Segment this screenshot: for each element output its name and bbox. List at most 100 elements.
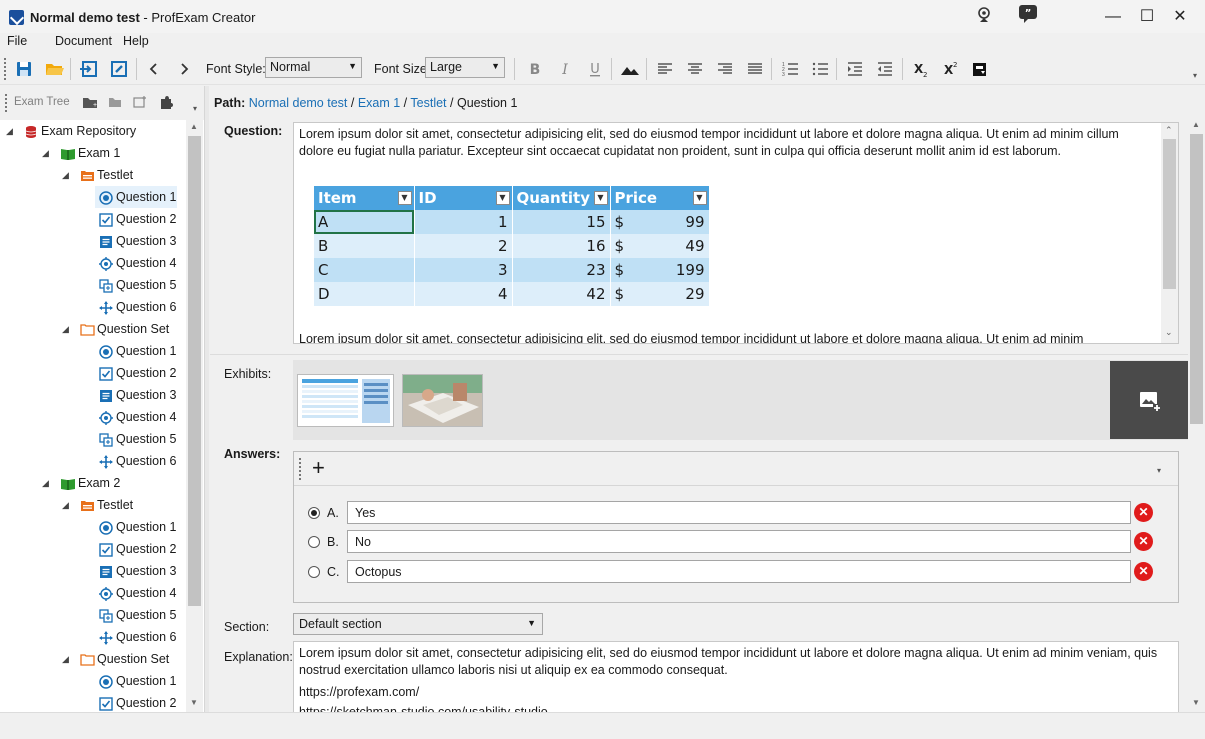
scroll-up-icon[interactable]: ▲ — [190, 122, 198, 131]
text-color-button[interactable] — [968, 57, 992, 81]
delete-answer-button[interactable]: ✕ — [1134, 532, 1153, 551]
align-right-button[interactable] — [713, 57, 737, 81]
maximize-button[interactable]: ☐ — [1135, 6, 1159, 28]
editor-scrollbar[interactable]: ▲ ▼ — [1188, 118, 1205, 712]
answer-input-c[interactable]: Octopus — [347, 560, 1131, 583]
tree-item[interactable]: Question 4 — [95, 252, 177, 274]
tree-item[interactable]: ◢ Testlet — [62, 164, 204, 186]
breadcrumb-link-testlet[interactable]: Testlet — [410, 96, 446, 110]
panel-overflow-icon[interactable]: ▾ — [193, 104, 197, 113]
tree-item[interactable]: Question 5 — [95, 604, 177, 626]
numbered-list-button[interactable]: 123 — [778, 57, 802, 81]
tree-item[interactable]: Question 6 — [95, 626, 177, 648]
open-button[interactable] — [42, 57, 66, 81]
tree-item[interactable]: Question 6 — [95, 450, 177, 472]
add-exhibit-button[interactable] — [1110, 361, 1188, 439]
increase-indent-button[interactable] — [843, 57, 867, 81]
answer-input-a[interactable]: Yes — [347, 501, 1131, 524]
tree-item[interactable]: Question 1 — [95, 186, 177, 208]
webcam-icon[interactable] — [975, 6, 993, 24]
editor-scroll-thumb[interactable] — [1190, 134, 1203, 424]
tree-expander-icon[interactable]: ◢ — [42, 472, 49, 494]
tree-expander-icon[interactable]: ◢ — [6, 120, 13, 142]
question-text-editor[interactable]: Lorem ipsum dolor sit amet, consectetur … — [293, 122, 1179, 344]
tree-expander-icon[interactable]: ◢ — [42, 142, 49, 164]
tree-expander-icon[interactable]: ◢ — [62, 318, 69, 340]
tree-item[interactable]: Question 3 — [95, 560, 177, 582]
panel-grip[interactable] — [5, 94, 7, 112]
tree-item[interactable]: Question 1 — [95, 670, 177, 692]
exhibit-thumbnail-photo[interactable] — [402, 374, 483, 427]
tree-item[interactable]: Question 1 — [95, 516, 177, 538]
insert-image-button[interactable] — [618, 57, 642, 81]
menu-help[interactable]: Help — [123, 34, 149, 48]
breadcrumb-link-exam[interactable]: Exam 1 — [358, 96, 400, 110]
close-button[interactable]: ✕ — [1168, 6, 1192, 28]
scroll-down-icon[interactable]: ▼ — [190, 698, 198, 707]
delete-answer-button[interactable]: ✕ — [1134, 562, 1153, 581]
justify-button[interactable] — [743, 57, 767, 81]
tree-item[interactable]: ◢ Exam 2 — [42, 472, 196, 494]
import-button[interactable] — [77, 57, 101, 81]
tree-item[interactable]: Question 3 — [95, 230, 177, 252]
tree-scrollbar[interactable]: ▲ ▼ — [186, 120, 203, 712]
underline-button[interactable]: U — [583, 57, 607, 81]
answer-input-b[interactable]: No — [347, 530, 1131, 553]
tree-item[interactable]: Question 2 — [95, 692, 177, 712]
scroll-down-icon[interactable]: ▼ — [1192, 698, 1200, 707]
puzzle-icon[interactable] — [158, 94, 174, 110]
edit-button[interactable] — [107, 57, 131, 81]
tree-item[interactable]: Question 5 — [95, 428, 177, 450]
feedback-icon[interactable]: ” — [1018, 4, 1038, 24]
decrease-indent-button[interactable] — [873, 57, 897, 81]
tree-item[interactable]: Question 1 — [95, 340, 177, 362]
add-folder-icon[interactable]: + — [82, 95, 98, 109]
exhibit-thumbnail-spreadsheet[interactable] — [297, 374, 394, 427]
tree-item[interactable]: Question 5 — [95, 274, 177, 296]
save-button[interactable] — [12, 57, 36, 81]
forward-arrow-icon[interactable] — [172, 57, 196, 81]
panel-splitter[interactable] — [204, 86, 209, 712]
toolbar-overflow-icon[interactable]: ▾ — [1193, 71, 1197, 80]
align-left-button[interactable] — [653, 57, 677, 81]
menu-file[interactable]: File — [7, 34, 27, 48]
font-style-select[interactable]: Normal ▼ — [265, 57, 362, 78]
tree-item[interactable]: Question 4 — [95, 582, 177, 604]
toolbar-grip[interactable] — [4, 58, 6, 80]
delete-answer-button[interactable]: ✕ — [1134, 503, 1153, 522]
scroll-up-icon[interactable]: ▲ — [1192, 120, 1200, 129]
tree-item[interactable]: Question 2 — [95, 208, 177, 230]
back-arrow-icon[interactable] — [142, 57, 166, 81]
tree-scroll-thumb[interactable] — [188, 136, 201, 606]
tree-item[interactable]: ◢ Question Set — [62, 318, 204, 340]
align-center-button[interactable] — [683, 57, 707, 81]
new-item-icon[interactable] — [133, 95, 147, 109]
subscript-button[interactable]: X2 — [909, 57, 933, 81]
font-size-select[interactable]: Large ▼ — [425, 57, 505, 78]
minimize-button[interactable]: — — [1101, 6, 1125, 28]
section-select[interactable]: Default section ▼ — [293, 613, 543, 635]
bold-button[interactable]: B — [523, 57, 547, 81]
tree-item[interactable]: Question 6 — [95, 296, 177, 318]
answer-radio-b[interactable] — [308, 536, 320, 548]
tree-expander-icon[interactable]: ◢ — [62, 494, 69, 516]
tree-item[interactable]: Question 2 — [95, 538, 177, 560]
scroll-up-icon[interactable]: ⌃ — [1165, 125, 1173, 136]
tree-item[interactable]: Question 4 — [95, 406, 177, 428]
breadcrumb-link-test[interactable]: Normal demo test — [249, 96, 348, 110]
bullet-list-button[interactable] — [808, 57, 832, 81]
answers-toolbar-grip[interactable] — [299, 458, 301, 480]
italic-button[interactable]: I — [553, 57, 577, 81]
answer-radio-c[interactable] — [308, 566, 320, 578]
tree-item[interactable]: ◢ Exam 1 — [42, 142, 196, 164]
tree-item[interactable]: ◢ Question Set — [62, 648, 204, 670]
answers-overflow-icon[interactable]: ▾ — [1157, 466, 1161, 475]
superscript-button[interactable]: X2 — [939, 57, 963, 81]
tree-expander-icon[interactable]: ◢ — [62, 164, 69, 186]
tree-item[interactable]: Question 3 — [95, 384, 177, 406]
scroll-down-icon[interactable]: ⌄ — [1165, 327, 1173, 338]
tree-item[interactable]: Question 2 — [95, 362, 177, 384]
tree-item[interactable]: ◢ Testlet — [62, 494, 204, 516]
question-scroll-thumb[interactable] — [1163, 139, 1176, 289]
tree-expander-icon[interactable]: ◢ — [62, 648, 69, 670]
